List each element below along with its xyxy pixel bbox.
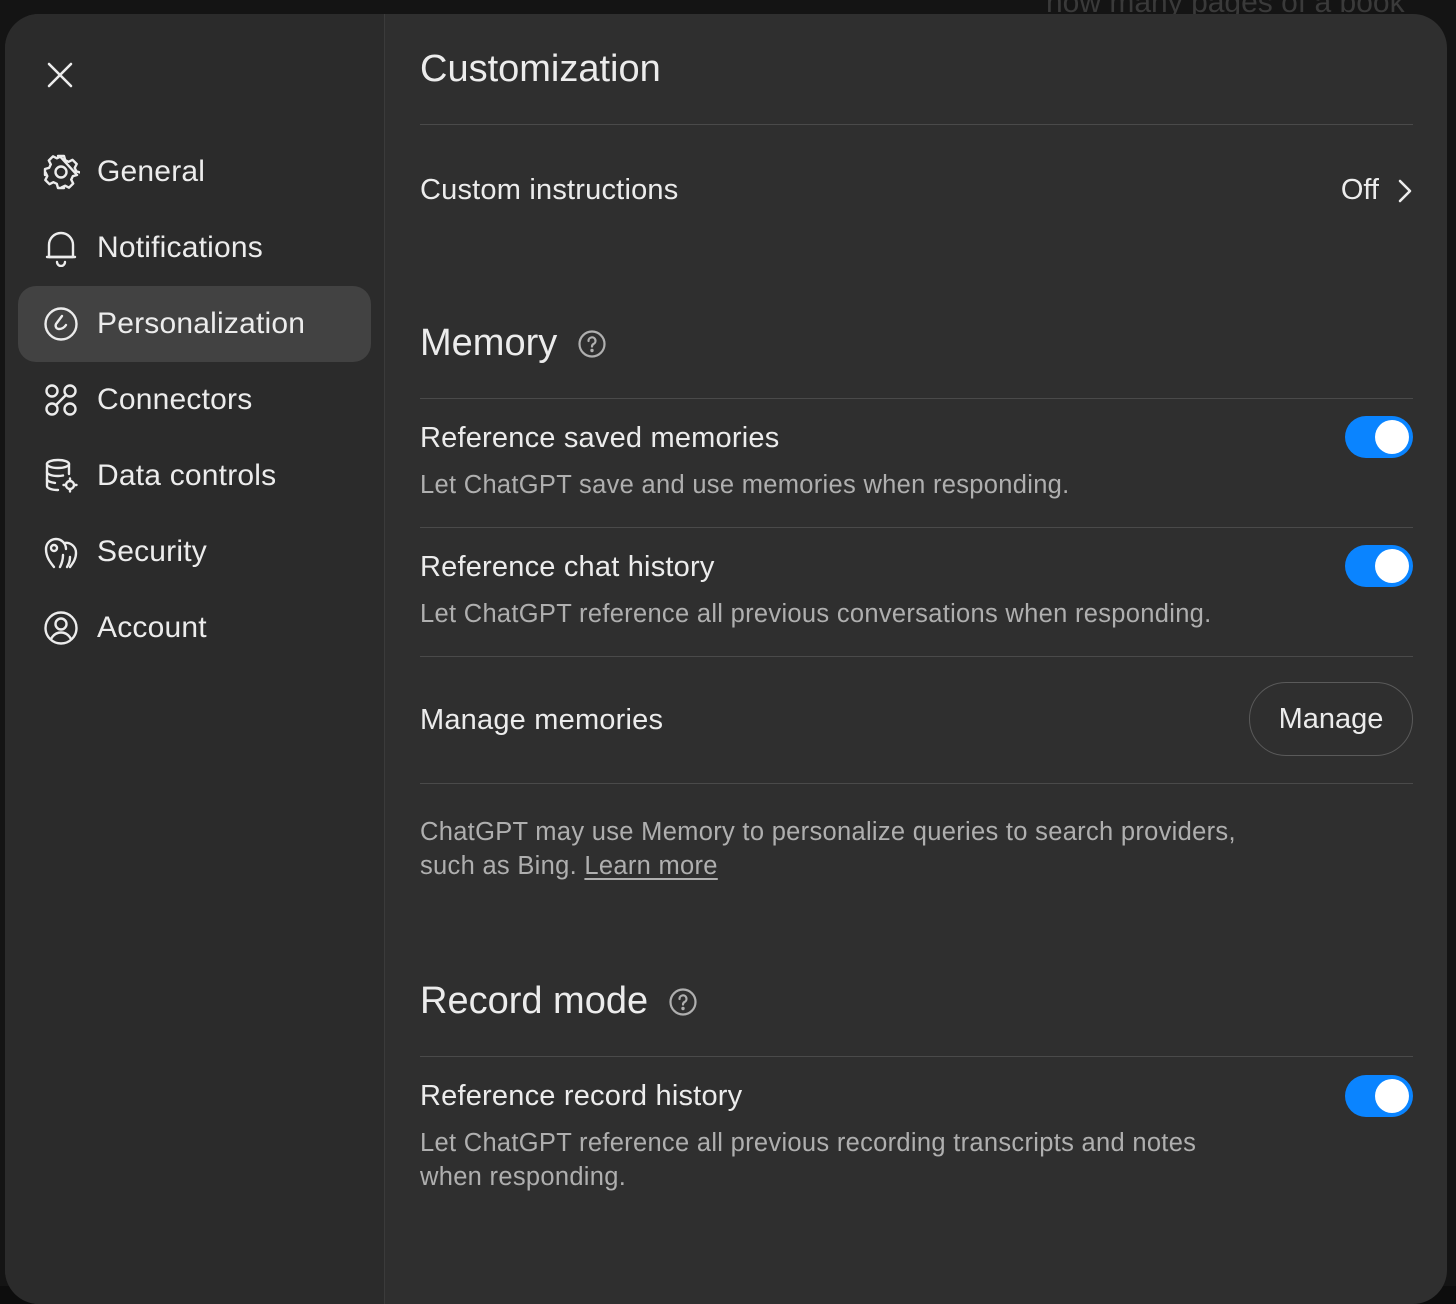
- sidebar-item-label: Data controls: [97, 459, 277, 492]
- reference-chat-history-label: Reference chat history: [420, 551, 715, 583]
- toggle-knob: [1375, 420, 1409, 454]
- divider: [420, 124, 1413, 125]
- memory-section-title: Memory: [420, 322, 607, 365]
- record-mode-title-text: Record mode: [420, 980, 649, 1022]
- memory-title-text: Memory: [420, 322, 558, 364]
- sidebar-item-notifications[interactable]: Notifications: [18, 210, 371, 286]
- reference-record-history-label: Reference record history: [420, 1080, 743, 1112]
- bell-icon: [41, 228, 81, 268]
- toggle-knob: [1375, 549, 1409, 583]
- divider: [420, 1056, 1413, 1057]
- sidebar-item-label: Account: [97, 611, 207, 644]
- security-icon: [41, 532, 81, 572]
- sidebar-item-label: Personalization: [97, 307, 306, 340]
- sidebar-item-label: Connectors: [97, 383, 253, 416]
- settings-nav: General Notifications Personalization Co…: [18, 134, 371, 666]
- sidebar-item-data-controls[interactable]: Data controls: [18, 438, 371, 514]
- settings-sidebar: General Notifications Personalization Co…: [5, 14, 385, 1304]
- toggle-knob: [1375, 1079, 1409, 1113]
- sidebar-item-personalization[interactable]: Personalization: [18, 286, 371, 362]
- learn-more-link[interactable]: Learn more: [584, 852, 717, 880]
- sidebar-item-security[interactable]: Security: [18, 514, 371, 590]
- divider: [420, 398, 1413, 399]
- custom-instructions-label: Custom instructions: [420, 174, 679, 206]
- connectors-icon: [41, 380, 81, 420]
- memory-help-button[interactable]: [577, 329, 607, 359]
- sidebar-item-general[interactable]: General: [18, 134, 371, 210]
- reference-saved-memories-description: Let ChatGPT save and use memories when r…: [420, 471, 1070, 499]
- custom-instructions-value: Off: [1340, 174, 1379, 206]
- sidebar-item-label: Notifications: [97, 231, 264, 264]
- custom-instructions-button[interactable]: Off: [1341, 174, 1413, 207]
- settings-modal: General Notifications Personalization Co…: [5, 14, 1447, 1304]
- memory-note: ChatGPT may use Memory to personalize qu…: [420, 815, 1236, 883]
- personalization-icon: [41, 304, 81, 344]
- memory-note-line1: ChatGPT may use Memory to personalize qu…: [420, 818, 1236, 846]
- question-circle-icon: [578, 329, 606, 358]
- sidebar-item-label: Security: [97, 535, 207, 568]
- close-icon: [47, 62, 73, 88]
- close-button[interactable]: [41, 56, 79, 94]
- database-gear-icon: [41, 456, 81, 496]
- divider: [420, 783, 1413, 784]
- record-mode-section-title: Record mode: [420, 980, 698, 1023]
- memory-note-line2: such as Bing.: [420, 852, 577, 880]
- user-circle-icon: [41, 608, 81, 648]
- divider: [420, 656, 1413, 657]
- page-title: Customization: [420, 48, 661, 90]
- manage-memories-label: Manage memories: [420, 704, 664, 736]
- record-mode-help-button[interactable]: [668, 987, 698, 1017]
- chevron-right-icon: [1398, 179, 1412, 202]
- gear-icon: [41, 152, 81, 192]
- reference-chat-history-toggle[interactable]: [1345, 545, 1413, 587]
- reference-saved-memories-label: Reference saved memories: [420, 422, 780, 454]
- sidebar-item-label: General: [97, 155, 206, 188]
- divider: [420, 527, 1413, 528]
- reference-record-history-description: Let ChatGPT reference all previous recor…: [420, 1126, 1196, 1194]
- reference-saved-memories-toggle[interactable]: [1345, 416, 1413, 458]
- reference-record-history-description-line1: Let ChatGPT reference all previous recor…: [420, 1129, 1197, 1157]
- reference-record-history-toggle[interactable]: [1345, 1075, 1413, 1117]
- settings-content: Customization Custom instructions Off Me…: [385, 14, 1447, 1304]
- question-circle-icon: [669, 987, 697, 1016]
- manage-memories-button[interactable]: Manage: [1249, 682, 1413, 756]
- reference-chat-history-description: Let ChatGPT reference all previous conve…: [420, 600, 1212, 628]
- sidebar-item-account[interactable]: Account: [18, 590, 371, 666]
- sidebar-item-connectors[interactable]: Connectors: [18, 362, 371, 438]
- reference-record-history-description-line2: when responding.: [420, 1163, 627, 1191]
